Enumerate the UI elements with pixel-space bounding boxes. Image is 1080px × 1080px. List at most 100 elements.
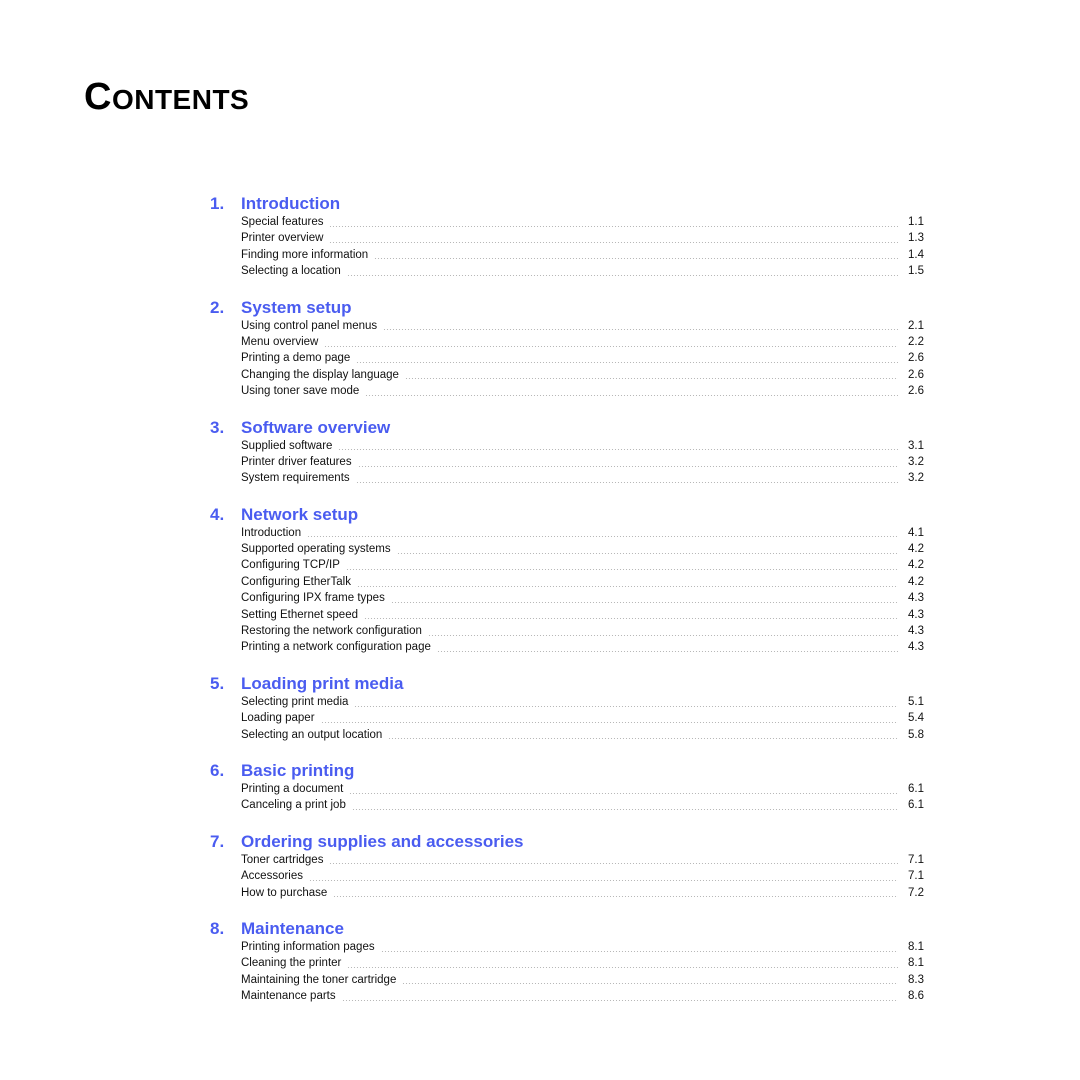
entry-page-number: 4.3 xyxy=(908,641,924,654)
toc-entry[interactable]: Selecting a location 1.5 xyxy=(241,263,924,279)
entry-page-number: 2.6 xyxy=(908,352,924,365)
toc-section-5: 5. Loading print media Selecting print m… xyxy=(210,673,924,743)
dot-leader xyxy=(354,705,898,707)
section-heading[interactable]: 2. System setup xyxy=(210,297,924,318)
toc-entry[interactable]: Special features 1.1 xyxy=(241,214,924,230)
entry-title: Maintaining the toner cartridge xyxy=(241,973,397,986)
entry-title: Loading paper xyxy=(241,712,315,725)
entry-page-number: 4.3 xyxy=(908,608,924,621)
dot-leader xyxy=(329,225,898,227)
section-number: 5. xyxy=(210,673,225,693)
section-heading[interactable]: 8. Maintenance xyxy=(210,918,924,939)
page-title-initial: C xyxy=(84,76,112,118)
toc-entry[interactable]: Supplied software 3.1 xyxy=(241,438,924,454)
dot-leader xyxy=(333,896,898,898)
entry-page-number: 6.1 xyxy=(908,799,924,812)
toc-entry[interactable]: Selecting an output location 5.8 xyxy=(241,727,924,743)
toc-entry[interactable]: Maintenance parts 8.6 xyxy=(241,988,924,1004)
entry-title: Using toner save mode xyxy=(241,385,360,398)
dot-leader xyxy=(388,738,898,740)
toc-entry[interactable]: Cleaning the printer 8.1 xyxy=(241,955,924,971)
section-heading[interactable]: 1. Introduction xyxy=(210,193,924,214)
toc-entry[interactable]: System requirements 3.2 xyxy=(241,470,924,486)
section-title: Loading print media xyxy=(241,673,404,693)
toc-entry[interactable]: Supported operating systems 4.2 xyxy=(241,541,924,557)
section-heading[interactable]: 3. Software overview xyxy=(210,417,924,438)
toc-entry[interactable]: Selecting print media 5.1 xyxy=(241,694,924,710)
section-entries: Introduction 4.1 Supported operating sys… xyxy=(241,525,924,656)
section-title: Maintenance xyxy=(241,918,344,938)
dot-leader xyxy=(351,809,898,811)
toc-entry[interactable]: Setting Ethernet speed 4.3 xyxy=(241,607,924,623)
toc-entry[interactable]: How to purchase 7.2 xyxy=(241,885,924,901)
toc-entry[interactable]: Using control panel menus 2.1 xyxy=(241,318,924,334)
toc-entry[interactable]: Configuring IPX frame types 4.3 xyxy=(241,590,924,606)
dot-leader xyxy=(320,721,898,723)
entry-title: Restoring the network configuration xyxy=(241,625,422,638)
toc-entry[interactable]: Printing information pages 8.1 xyxy=(241,939,924,955)
toc-entry[interactable]: Printer driver features 3.2 xyxy=(241,454,924,470)
section-heading[interactable]: 5. Loading print media xyxy=(210,673,924,694)
toc-entry[interactable]: Printing a document 6.1 xyxy=(241,781,924,797)
entry-page-number: 5.8 xyxy=(908,728,924,741)
entry-title: Printing a demo page xyxy=(241,352,351,365)
toc-entry[interactable]: Printing a demo page 2.6 xyxy=(241,350,924,366)
section-entries: Printing information pages 8.1 Cleaning … xyxy=(241,939,924,1005)
entry-title: Configuring IPX frame types xyxy=(241,592,385,605)
entry-title: Printing information pages xyxy=(241,940,375,953)
entry-page-number: 4.1 xyxy=(908,526,924,539)
entry-title: Selecting an output location xyxy=(241,728,383,741)
dot-leader xyxy=(338,449,898,451)
toc-entry[interactable]: Accessories 7.1 xyxy=(241,868,924,884)
entry-title: Toner cartridges xyxy=(241,853,324,866)
toc-entry[interactable]: Toner cartridges 7.1 xyxy=(241,852,924,868)
dot-leader xyxy=(356,585,898,587)
entry-page-number: 7.2 xyxy=(908,886,924,899)
dot-leader xyxy=(436,651,898,653)
toc-entry[interactable]: Printer overview 1.3 xyxy=(241,230,924,246)
section-heading[interactable]: 4. Network setup xyxy=(210,504,924,525)
entry-title: Configuring EtherTalk xyxy=(241,575,351,588)
toc-entry[interactable]: Changing the display language 2.6 xyxy=(241,367,924,383)
toc-entry[interactable]: Loading paper 5.4 xyxy=(241,710,924,726)
section-entries: Selecting print media 5.1 Loading paper … xyxy=(241,694,924,743)
entry-page-number: 7.1 xyxy=(908,853,924,866)
toc-section-8: 8. Maintenance Printing information page… xyxy=(210,918,924,1005)
entry-page-number: 3.1 xyxy=(908,439,924,452)
section-entries: Special features 1.1 Printer overview 1.… xyxy=(241,214,924,280)
toc-entry[interactable]: Configuring TCP/IP 4.2 xyxy=(241,557,924,573)
dot-leader xyxy=(346,274,898,276)
dot-leader xyxy=(324,345,898,347)
dot-leader xyxy=(427,634,898,636)
toc-entry[interactable]: Printing a network configuration page 4.… xyxy=(241,639,924,655)
section-title: Software overview xyxy=(241,417,391,437)
dot-leader xyxy=(355,481,898,483)
toc-entry[interactable]: Configuring EtherTalk 4.2 xyxy=(241,574,924,590)
entry-page-number: 4.2 xyxy=(908,575,924,588)
toc-entry[interactable]: Restoring the network configuration 4.3 xyxy=(241,623,924,639)
section-number: 1. xyxy=(210,194,225,213)
entry-page-number: 8.3 xyxy=(908,973,924,986)
dot-leader xyxy=(383,329,898,331)
entry-title: Finding more information xyxy=(241,248,369,261)
section-title: Ordering supplies and accessories xyxy=(241,831,524,851)
section-heading[interactable]: 7. Ordering supplies and accessories xyxy=(210,831,924,852)
toc-entry[interactable]: Maintaining the toner cartridge 8.3 xyxy=(241,972,924,988)
entry-title: Printing a document xyxy=(241,782,344,795)
entry-page-number: 2.1 xyxy=(908,319,924,332)
toc-entry[interactable]: Using toner save mode 2.6 xyxy=(241,383,924,399)
entry-title: Selecting a location xyxy=(241,265,341,278)
section-heading[interactable]: 6. Basic printing xyxy=(210,760,924,781)
toc-entry[interactable]: Introduction 4.1 xyxy=(241,525,924,541)
toc-entry[interactable]: Canceling a print job 6.1 xyxy=(241,797,924,813)
entry-page-number: 1.3 xyxy=(908,232,924,245)
dot-leader xyxy=(329,863,898,865)
dot-leader xyxy=(380,950,898,952)
toc-entry[interactable]: Menu overview 2.2 xyxy=(241,334,924,350)
entry-page-number: 2.6 xyxy=(908,385,924,398)
section-number: 4. xyxy=(210,504,225,524)
entry-title: Using control panel menus xyxy=(241,319,378,332)
entry-title: Printer overview xyxy=(241,232,324,245)
toc-entry[interactable]: Finding more information 1.4 xyxy=(241,247,924,263)
